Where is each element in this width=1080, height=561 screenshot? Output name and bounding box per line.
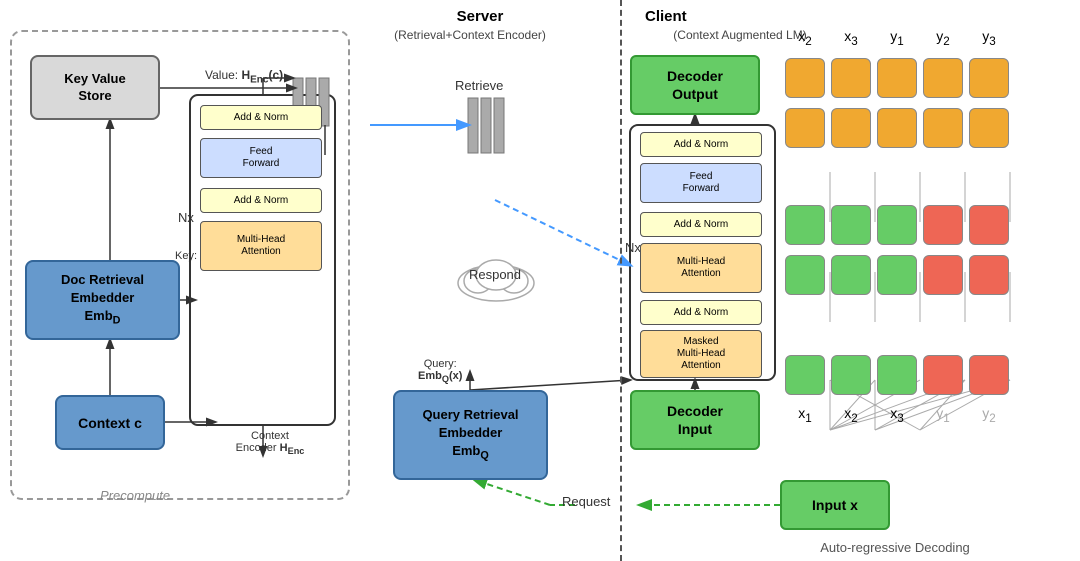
kv-store: Key ValueStore: [30, 55, 160, 120]
input-x-box: Input x: [780, 480, 890, 530]
context-c: Context c: [55, 395, 165, 450]
decoder-output-label: DecoderOutput: [667, 67, 723, 103]
precompute-label: Precompute: [100, 488, 170, 503]
cell-1-2: [831, 58, 871, 98]
value-label: Value: HEnc(c): [205, 68, 283, 85]
doc-embedder: Doc RetrievalEmbedderEmbD: [25, 260, 180, 340]
query-embedder-label: Query RetrievalEmbedderEmbQ: [422, 406, 518, 464]
token-label-y2-bot: y2: [969, 405, 1009, 425]
token-label-x1-bot: x1: [785, 405, 825, 425]
decoder-output-box: DecoderOutput: [630, 55, 760, 115]
left-add-norm-1: Add & Norm: [200, 105, 322, 130]
token-label-x3-top: x3: [831, 28, 871, 48]
server-sublabel: (Retrieval+Context Encoder): [355, 28, 585, 42]
server-client-divider: [620, 0, 622, 561]
cell-1-4: [923, 58, 963, 98]
cell-5-1: [785, 355, 825, 395]
grid-row-2: [785, 108, 1009, 148]
top-token-labels: x2 x3 y1 y2 y3: [785, 28, 1009, 48]
respond-cloud: Respond: [445, 245, 545, 308]
cell-3-5: [969, 205, 1009, 245]
cell-1-1: [785, 58, 825, 98]
request-label: Request: [562, 494, 610, 509]
server-label: Server: [380, 8, 580, 25]
left-feed-forward: FeedForward: [200, 138, 322, 178]
token-label-x2-bot: x2: [831, 405, 871, 425]
client-label: Client: [645, 8, 687, 25]
token-label-y1-top: y1: [877, 28, 917, 48]
cell-4-1: [785, 255, 825, 295]
cell-5-5: [969, 355, 1009, 395]
right-multihead: Multi-HeadAttention: [640, 243, 762, 293]
right-add-norm-1: Add & Norm: [640, 132, 762, 157]
cell-3-1: [785, 205, 825, 245]
grid-row-3: [785, 205, 1009, 245]
cell-2-3: [877, 108, 917, 148]
retrieve-label: Retrieve: [455, 78, 503, 93]
input-x-label: Input x: [812, 497, 858, 513]
cell-2-2: [831, 108, 871, 148]
cell-4-3: [877, 255, 917, 295]
token-label-x3-bot: x3: [877, 405, 917, 425]
grid-row-5: [785, 355, 1009, 395]
nx-label-left: Nx: [178, 210, 194, 225]
bottom-token-labels: x1 x2 x3 y1 y2: [785, 405, 1009, 425]
right-masked-multihead: MaskedMulti-HeadAttention: [640, 330, 762, 378]
cell-4-5: [969, 255, 1009, 295]
diagram: Precompute Key ValueStore Doc RetrievalE…: [0, 0, 1080, 561]
left-add-norm-2: Add & Norm: [200, 188, 322, 213]
query-embedder: Query RetrievalEmbedderEmbQ: [393, 390, 548, 480]
cell-4-4: [923, 255, 963, 295]
cell-5-4: [923, 355, 963, 395]
token-label-x2-top: x2: [785, 28, 825, 48]
cell-1-5: [969, 58, 1009, 98]
cell-1-3: [877, 58, 917, 98]
token-label-y1-bot: y1: [923, 405, 963, 425]
cell-3-3: [877, 205, 917, 245]
cell-3-4: [923, 205, 963, 245]
cell-2-4: [923, 108, 963, 148]
right-add-norm-3: Add & Norm: [640, 300, 762, 325]
token-label-y3-top: y3: [969, 28, 1009, 48]
cell-5-3: [877, 355, 917, 395]
right-add-norm-2: Add & Norm: [640, 212, 762, 237]
right-feed-forward: FeedForward: [640, 163, 762, 203]
grid-row-4: [785, 255, 1009, 295]
token-label-y2-top: y2: [923, 28, 963, 48]
query-label: Query:EmbQ(x): [418, 358, 462, 384]
kv-store-label: Key ValueStore: [64, 71, 125, 105]
nx-label-right: Nx: [625, 240, 641, 255]
autoregressive-label: Auto-regressive Decoding: [770, 540, 1020, 555]
left-multihead: Multi-HeadAttention: [200, 221, 322, 271]
respond-label: Respond: [469, 267, 521, 282]
cell-3-2: [831, 205, 871, 245]
context-encoder-label: ContextEncoder HEnc: [210, 430, 330, 456]
doc-embedder-label: Doc RetrievalEmbedderEmbD: [61, 271, 144, 329]
cell-5-2: [831, 355, 871, 395]
decoder-input-label: DecoderInput: [667, 402, 723, 438]
decoder-input-box: DecoderInput: [630, 390, 760, 450]
grid-row-1: [785, 58, 1009, 98]
cell-4-2: [831, 255, 871, 295]
cell-2-1: [785, 108, 825, 148]
cell-2-5: [969, 108, 1009, 148]
context-label: Context c: [78, 415, 142, 431]
